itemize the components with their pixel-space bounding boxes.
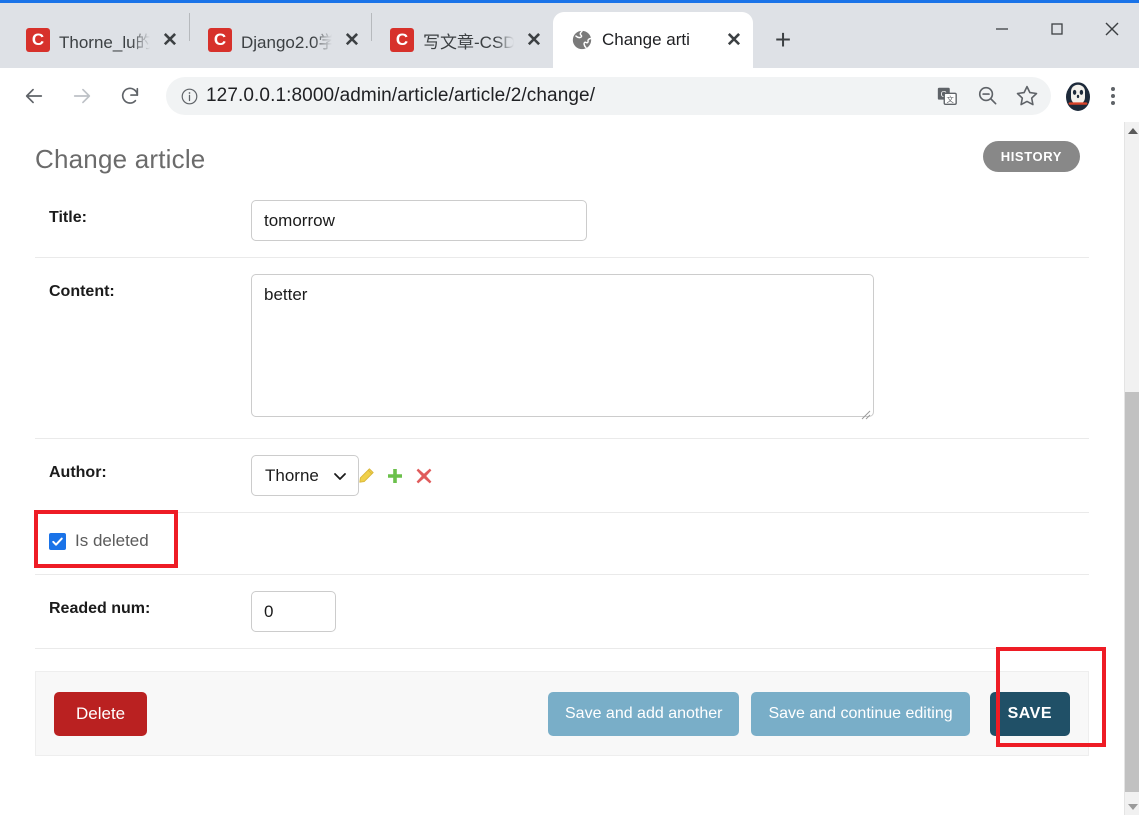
csdn-icon: C	[390, 28, 414, 52]
readed-num-label: Readed num:	[49, 600, 151, 617]
author-field-wrap: Thorne	[251, 455, 1089, 496]
is-deleted-checkbox-wrap[interactable]: Is deleted	[35, 531, 149, 551]
page-title: Change article	[35, 144, 206, 174]
scroll-up-arrow-icon[interactable]	[1125, 122, 1139, 139]
translate-icon[interactable]: G 文	[931, 80, 963, 112]
tab-title: Thorne_lu的	[59, 32, 150, 52]
kebab-menu-icon[interactable]	[1099, 76, 1127, 116]
readed-num-input[interactable]	[251, 591, 336, 632]
form-row-content: Content: better	[35, 258, 1089, 439]
globe-icon	[571, 29, 593, 51]
django-admin-change-form: Change article HISTORY Title: Content:	[0, 122, 1124, 815]
is-deleted-label: Is deleted	[75, 531, 149, 550]
url-text[interactable]: 127.0.0.1:8000/admin/article/article/2/c…	[206, 85, 923, 107]
forward-icon[interactable]	[62, 76, 102, 116]
form-row-readed-num: Readed num:	[35, 575, 1089, 649]
browser-tab-4-active[interactable]: Change arti ✕	[553, 12, 753, 68]
is-deleted-checkbox[interactable]	[49, 532, 66, 550]
tab-close-icon[interactable]: ✕	[723, 29, 745, 51]
tab-strip: C Thorne_lu的 ✕ C Django2.0学 ✕ C 写文章-CSDN…	[0, 0, 1139, 68]
address-bar[interactable]: 127.0.0.1:8000/admin/article/article/2/c…	[166, 76, 1051, 115]
submit-row: Delete Save and add another Save and con…	[35, 647, 1106, 756]
tab-title: Django2.0学	[241, 32, 332, 52]
save-button[interactable]: SAVE	[989, 691, 1070, 736]
page-scrollbar[interactable]	[1124, 122, 1139, 815]
content-label: Content:	[49, 283, 115, 300]
content-textarea[interactable]: better	[251, 274, 874, 417]
readed-num-field-wrap	[251, 591, 1089, 632]
close-window-icon[interactable]	[1084, 0, 1139, 58]
form-row-is-deleted: Is deleted	[34, 510, 1089, 575]
save-and-continue-editing-button[interactable]: Save and continue editing	[751, 691, 970, 736]
edit-pencil-icon[interactable]	[357, 467, 375, 485]
scroll-down-arrow-icon[interactable]	[1125, 798, 1139, 815]
save-and-add-another-button[interactable]: Save and add another	[548, 691, 740, 736]
star-icon[interactable]	[1011, 80, 1043, 112]
title-field-wrap	[251, 200, 1089, 241]
author-label: Author:	[49, 464, 107, 481]
reload-icon[interactable]	[110, 76, 150, 116]
title-input[interactable]	[251, 200, 587, 241]
maximize-icon[interactable]	[1029, 0, 1084, 58]
tab-title: 写文章-CSDN	[423, 32, 514, 52]
delete-button[interactable]: Delete	[54, 691, 148, 736]
csdn-icon: C	[208, 28, 232, 52]
browser-tab-3[interactable]: C 写文章-CSDN ✕	[372, 12, 553, 68]
tab-close-icon[interactable]: ✕	[523, 29, 545, 51]
new-tab-button[interactable]: +	[763, 20, 803, 60]
site-info-icon[interactable]	[180, 87, 198, 105]
author-select[interactable]: Thorne	[251, 455, 359, 496]
tab-title: Change arti	[602, 30, 690, 49]
form-row-title: Title:	[35, 184, 1089, 258]
browser-toolbar: 127.0.0.1:8000/admin/article/article/2/c…	[0, 68, 1139, 124]
browser-tab-2[interactable]: C Django2.0学 ✕	[190, 12, 371, 68]
content-field-wrap: better	[251, 274, 1089, 422]
tab-close-icon[interactable]: ✕	[341, 29, 363, 51]
delete-cross-icon[interactable]	[415, 467, 433, 485]
checkmark-icon	[52, 537, 63, 546]
avatar[interactable]	[1061, 79, 1095, 113]
svg-text:文: 文	[947, 94, 955, 103]
page-header: Change article HISTORY	[0, 122, 1124, 184]
title-label: Title:	[49, 209, 87, 226]
minimize-icon[interactable]	[974, 0, 1029, 58]
window-controls	[974, 0, 1139, 58]
add-plus-icon[interactable]	[386, 467, 404, 485]
browser-tab-1[interactable]: C Thorne_lu的 ✕	[8, 12, 189, 68]
csdn-icon: C	[26, 28, 50, 52]
form-row-author: Author: Thorne	[35, 439, 1089, 513]
browser-window: C Thorne_lu的 ✕ C Django2.0学 ✕ C 写文章-CSDN…	[0, 0, 1139, 815]
zoom-out-icon[interactable]	[971, 80, 1003, 112]
tab-close-icon[interactable]: ✕	[159, 29, 181, 51]
change-form: Title: Content: better	[34, 184, 1089, 649]
scrollbar-thumb[interactable]	[1125, 392, 1139, 792]
back-icon[interactable]	[14, 76, 54, 116]
history-button[interactable]: HISTORY	[982, 141, 1080, 172]
page-viewport: Change article HISTORY Title: Content:	[0, 122, 1139, 815]
